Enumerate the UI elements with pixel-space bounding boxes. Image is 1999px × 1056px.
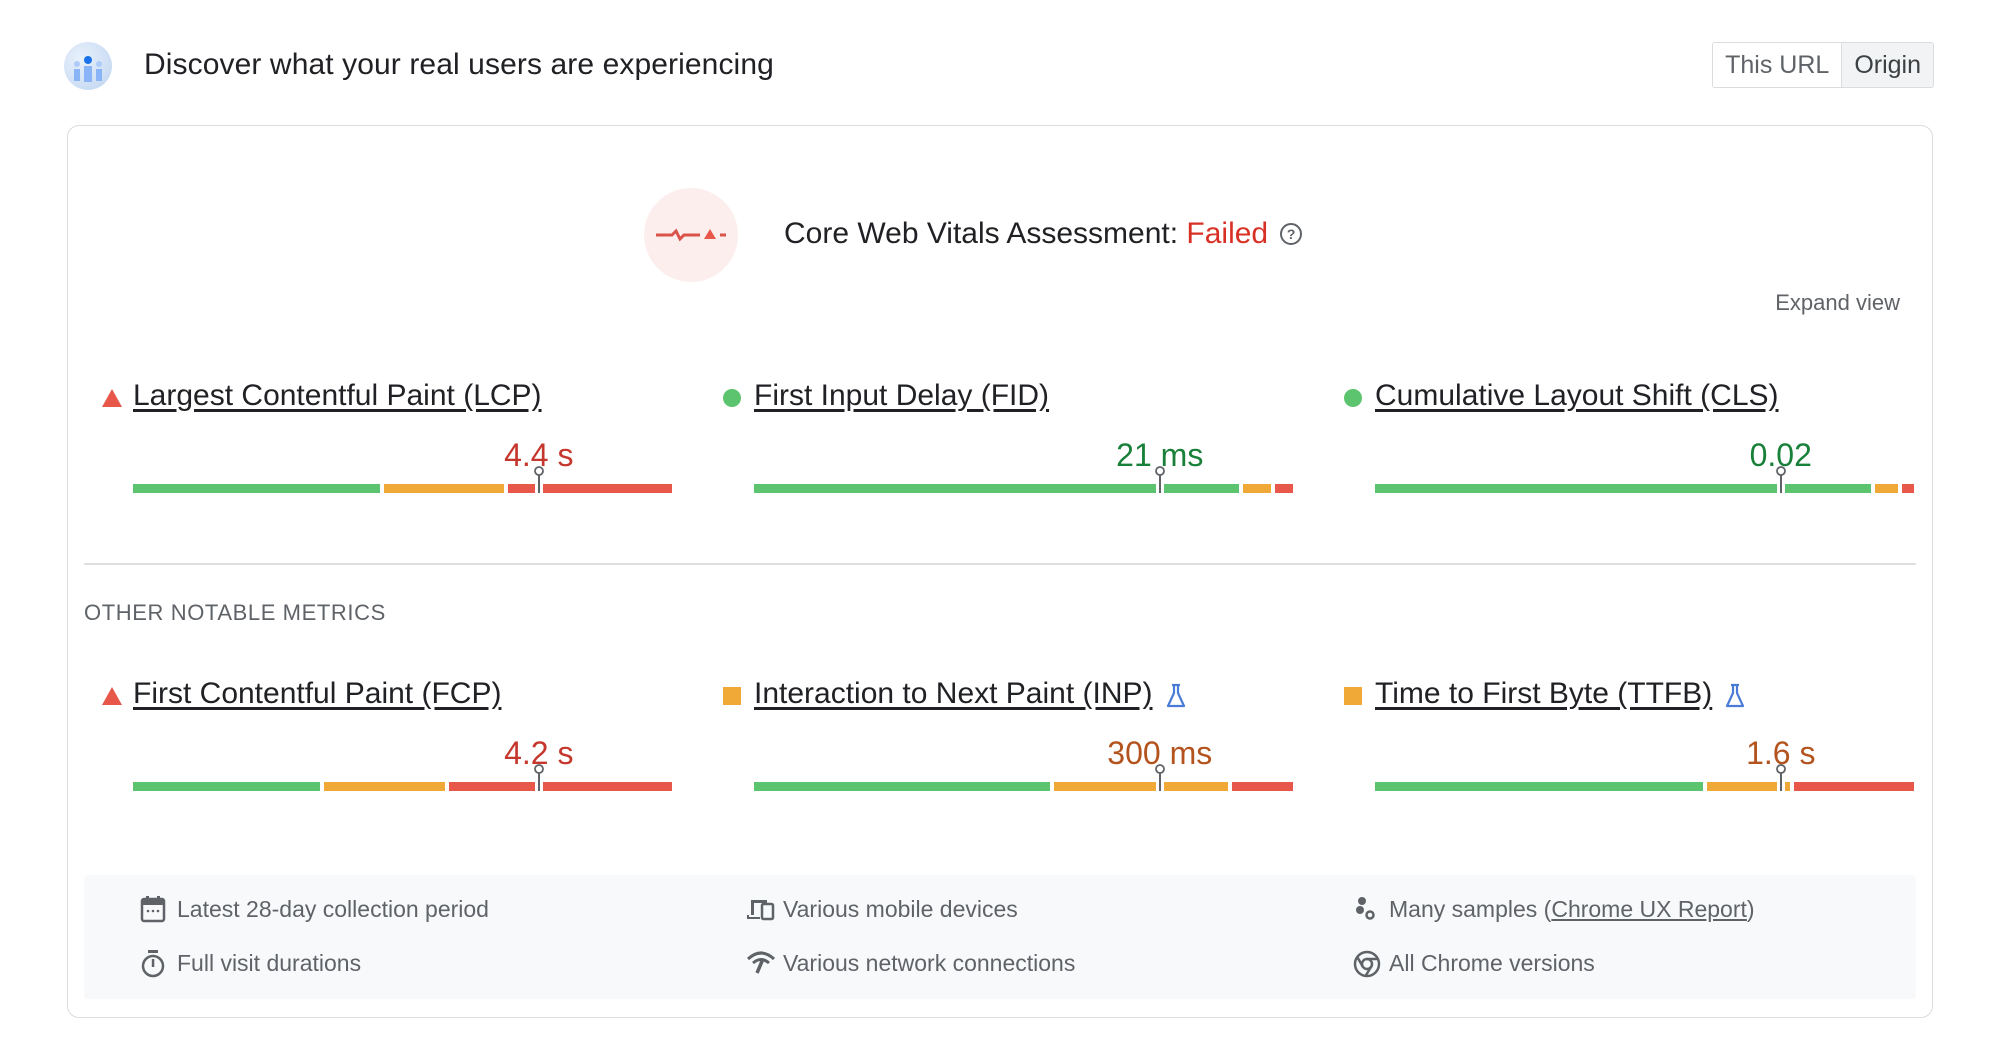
chrome-ux-report-link[interactable]: Chrome UX Report: [1551, 896, 1747, 922]
failed-pulse-icon: [644, 188, 738, 282]
metric-cls: Cumulative Layout Shift (CLS) 0.02: [1344, 379, 1914, 519]
footer-text: All Chrome versions: [1389, 950, 1595, 976]
distribution-bar: [1375, 466, 1916, 493]
good-circle-icon: [723, 389, 741, 407]
other-metrics-heading: OTHER NOTABLE METRICS: [84, 600, 386, 625]
chrome-icon: [1353, 950, 1381, 978]
bar-segment-poor: [1793, 782, 1914, 791]
distribution-bar: [754, 764, 1295, 791]
metric-ttfb: Time to First Byte (TTFB) 1.6 s: [1344, 677, 1914, 817]
bar-segment-poor: [1232, 782, 1293, 791]
bar-segment-needs-improvement: [1874, 484, 1898, 493]
footer-text-after: ): [1746, 896, 1755, 922]
bar-segment-poor: [1275, 484, 1293, 493]
bar-segment-good: [1375, 782, 1703, 791]
metric-name-link[interactable]: Interaction to Next Paint (INP): [754, 677, 1153, 711]
bar-segment-needs-improvement: [324, 782, 445, 791]
bar-segment-poor: [448, 782, 672, 791]
footer-text: Various mobile devices: [783, 896, 1018, 922]
bar-segment-needs-improvement: [383, 484, 505, 493]
bar-segment-good: [133, 484, 380, 493]
origin-button[interactable]: Origin: [1841, 43, 1933, 87]
stopwatch-icon: [141, 950, 165, 978]
p75-marker-icon: [533, 764, 544, 791]
distribution-bar: [133, 764, 674, 791]
footer-text: Many samples (Chrome UX Report): [1389, 896, 1755, 923]
bar-segment-needs-improvement: [1242, 484, 1272, 493]
help-icon[interactable]: ?: [1280, 223, 1303, 245]
good-circle-icon: [1344, 389, 1362, 407]
distribution-bar: [133, 466, 674, 493]
bar-segment-good: [754, 782, 1050, 791]
experimental-flask-icon: [1166, 683, 1186, 708]
p75-marker-icon: [533, 466, 544, 493]
footer-text: Latest 28-day collection period: [177, 896, 489, 922]
field-data-card: Core Web Vitals Assessment: Failed? Expa…: [67, 125, 1933, 1018]
cwv-assessment: Core Web Vitals Assessment: Failed?: [644, 188, 1404, 282]
poor-triangle-icon: [102, 389, 122, 407]
poor-triangle-icon: [102, 687, 122, 705]
header: Discover what your real users are experi…: [64, 40, 1934, 94]
bar-segment-good: [1375, 484, 1871, 493]
experimental-flask-icon: [1725, 683, 1745, 708]
data-info-footer: Latest 28-day collection period Various …: [84, 875, 1916, 999]
calendar-icon: [140, 896, 166, 923]
metric-lcp: Largest Contentful Paint (LCP) 4.4 s: [102, 379, 672, 519]
needs-improvement-square-icon: [1344, 687, 1362, 705]
metric-name-link[interactable]: Time to First Byte (TTFB): [1375, 677, 1712, 711]
expand-view-link[interactable]: Expand view: [1775, 290, 1900, 316]
assessment-status: Failed: [1186, 217, 1269, 250]
crux-users-icon: [64, 42, 112, 90]
bar-segment-good: [133, 782, 321, 791]
needs-improvement-square-icon: [723, 687, 741, 705]
devices-icon: [747, 900, 775, 921]
this-url-button[interactable]: This URL: [1713, 43, 1842, 87]
metric-fcp: First Contentful Paint (FCP) 4.2 s: [102, 677, 672, 817]
metric-fid: First Input Delay (FID) 21 ms: [723, 379, 1293, 519]
metric-name-link[interactable]: Cumulative Layout Shift (CLS): [1375, 379, 1779, 413]
distribution-bar: [754, 466, 1295, 493]
metric-inp: Interaction to Next Paint (INP) 300 ms: [723, 677, 1293, 817]
footer-text: Full visit durations: [177, 950, 362, 976]
section-divider: [84, 563, 1916, 565]
page-title: Discover what your real users are experi…: [144, 48, 774, 81]
bar-segment-needs-improvement: [1053, 782, 1229, 791]
metric-name-link[interactable]: First Contentful Paint (FCP): [133, 677, 501, 711]
p75-marker-icon: [1154, 466, 1165, 493]
footer-text: Various network connections: [783, 950, 1076, 976]
metric-name-link[interactable]: Largest Contentful Paint (LCP): [133, 379, 542, 413]
assessment-text: Core Web Vitals Assessment: Failed?: [784, 217, 1303, 251]
p75-marker-icon: [1154, 764, 1165, 791]
assessment-label: Core Web Vitals Assessment:: [784, 217, 1187, 250]
bar-segment-poor: [1901, 484, 1914, 493]
distribution-bar: [1375, 764, 1916, 791]
p75-marker-icon: [1775, 764, 1786, 791]
network-icon: [746, 951, 776, 974]
url-origin-toggle: This URL Origin: [1712, 42, 1934, 88]
footer-text-before: Many samples (: [1389, 896, 1552, 922]
samples-icon: [1356, 897, 1375, 920]
p75-marker-icon: [1775, 466, 1786, 493]
metric-name-link[interactable]: First Input Delay (FID): [754, 379, 1049, 413]
bar-segment-good: [754, 484, 1239, 493]
